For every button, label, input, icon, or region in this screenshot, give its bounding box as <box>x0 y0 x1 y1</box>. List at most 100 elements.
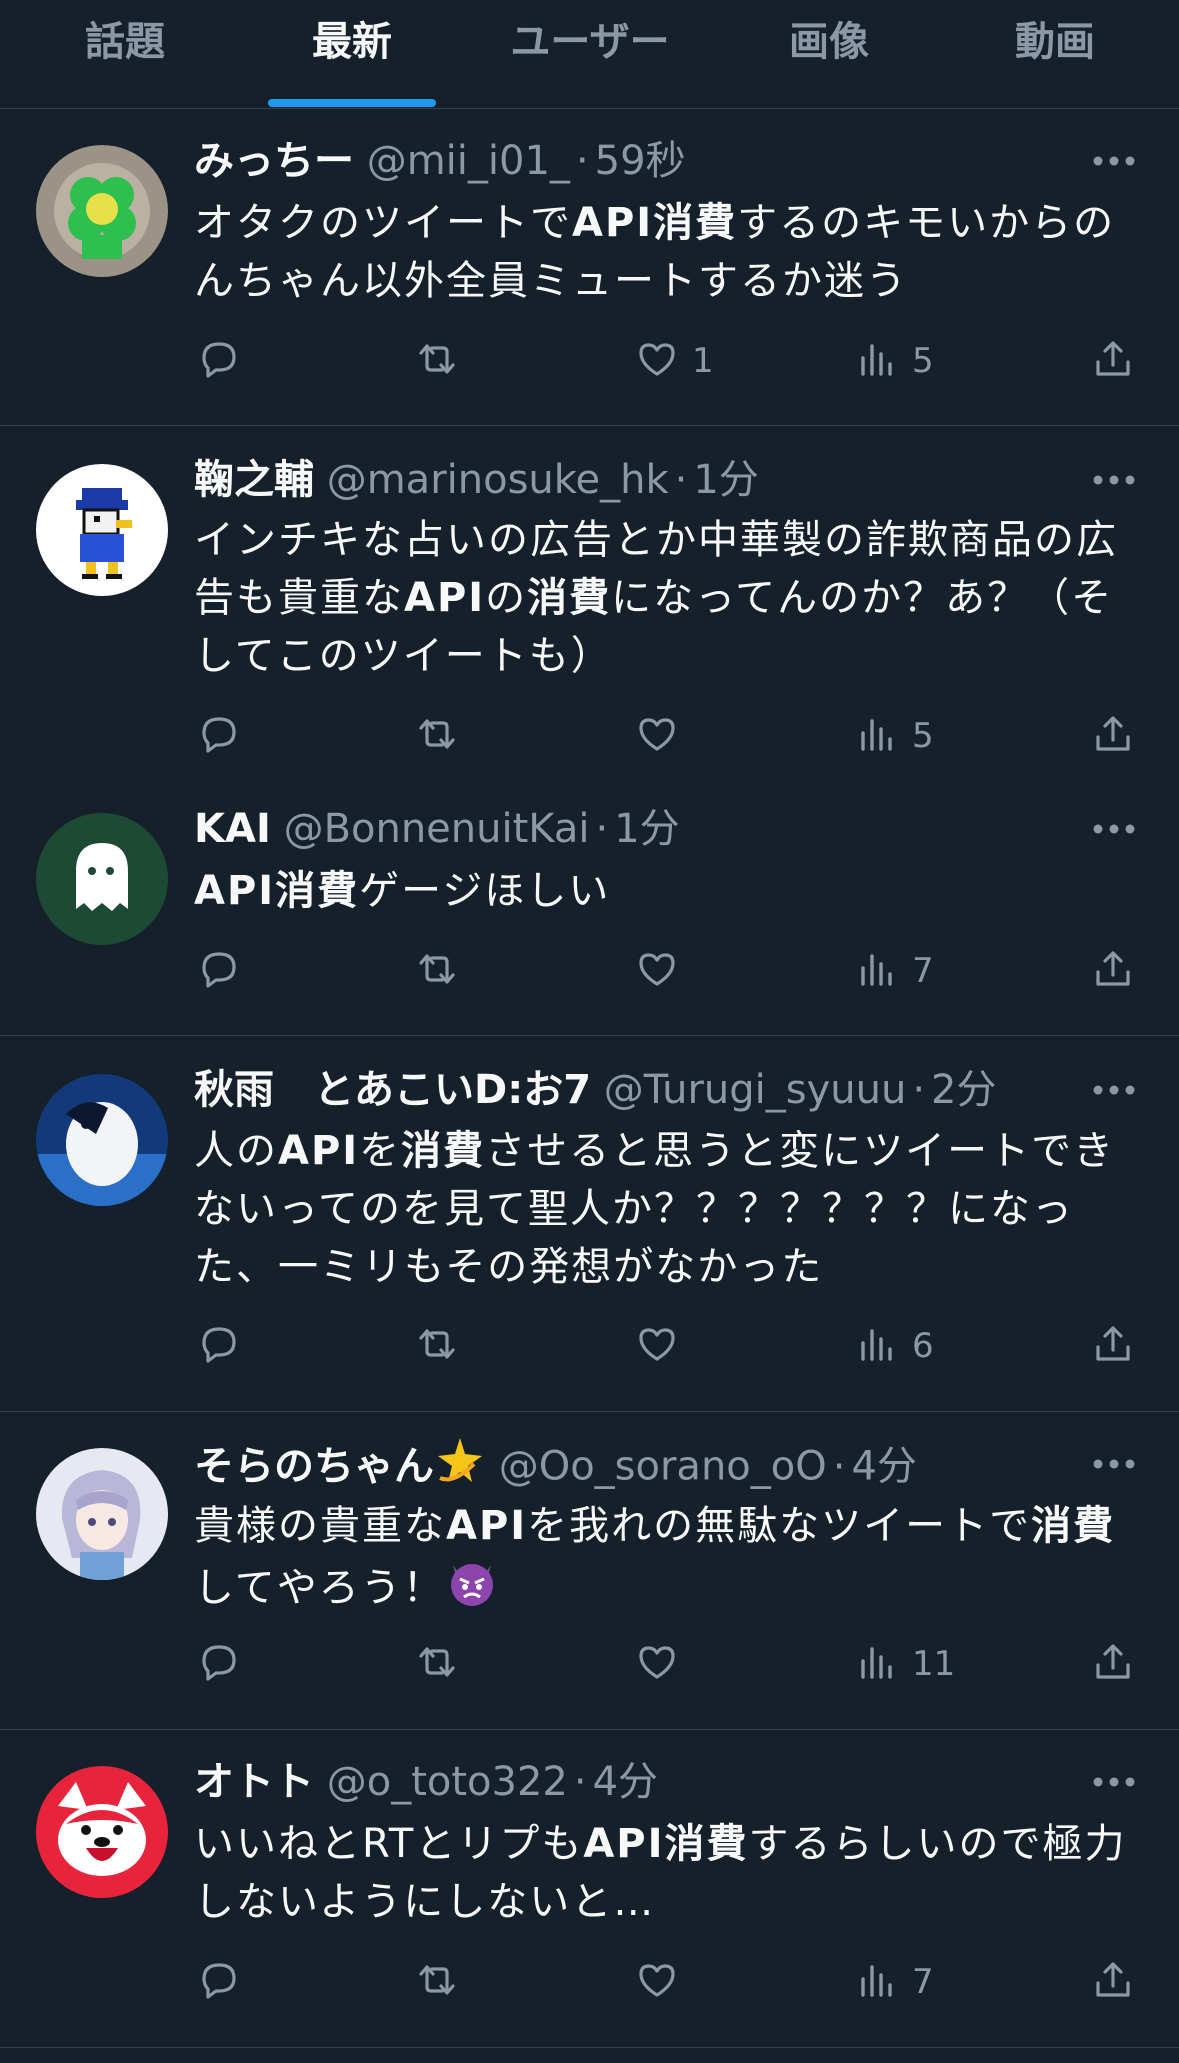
views-icon <box>852 944 902 998</box>
avatar[interactable] <box>36 1766 168 1898</box>
views-button[interactable]: 7 <box>852 943 934 999</box>
tweet[interactable]: KAI @BonnenuitKai · 1分 API消費ゲージほしい 7 <box>0 777 1179 1036</box>
like-icon <box>632 944 682 998</box>
handle[interactable]: @Turugi_syuuu <box>604 1067 907 1113</box>
share-icon <box>1088 1319 1138 1373</box>
share-button[interactable] <box>1088 1318 1138 1374</box>
tweet[interactable]: みっちー @mii_i01_ · 59秒 オタクのツイートでAPI消費するのキモいか… <box>0 109 1179 426</box>
avatar[interactable] <box>36 1074 168 1206</box>
views-button[interactable]: 11 <box>852 1636 955 1692</box>
reply-button[interactable] <box>194 333 244 389</box>
text-segment: 人の <box>194 1128 278 1174</box>
more-options-icon[interactable] <box>1092 1434 1136 1494</box>
timestamp[interactable]: 4分 <box>851 1444 916 1490</box>
like-button[interactable]: 1 <box>632 333 714 389</box>
reply-icon <box>194 1637 244 1691</box>
separator-dot: · <box>575 138 589 184</box>
tweet[interactable]: 鞠之輔 @marinosuke_hk · 1分 インチキな占いの広告とか中華製の詐欺… <box>0 426 1179 776</box>
tweet[interactable]: オトト @o_toto322 · 4分 いいねとRTとリプもAPI消費するらしいので… <box>0 1730 1179 2048</box>
share-button[interactable] <box>1088 708 1138 764</box>
share-button[interactable] <box>1088 943 1138 999</box>
avatar[interactable] <box>36 1448 168 1580</box>
handle[interactable]: @marinosuke_hk <box>327 457 669 503</box>
more-options-icon[interactable] <box>1092 799 1136 859</box>
timestamp[interactable]: 59秒 <box>595 138 686 184</box>
more-options-icon[interactable] <box>1092 131 1136 191</box>
more-options-icon[interactable] <box>1092 450 1136 510</box>
tweet-actions: 15 <box>0 333 1179 389</box>
tweet-actions: 7 <box>0 1954 1179 2010</box>
display-name[interactable]: KAI <box>194 806 271 852</box>
timestamp[interactable]: 1分 <box>614 806 679 852</box>
views-button[interactable]: 7 <box>852 1954 934 2010</box>
like-button[interactable] <box>632 1636 692 1692</box>
like-button[interactable] <box>632 1318 692 1374</box>
reply-button[interactable] <box>194 1318 244 1374</box>
like-button[interactable] <box>632 708 692 764</box>
tab-videos[interactable]: 動画 <box>1015 0 1095 108</box>
retweet-button[interactable] <box>412 1636 462 1692</box>
retweet-button[interactable] <box>412 333 462 389</box>
views-button[interactable]: 5 <box>852 333 934 389</box>
display-name[interactable]: みっちー <box>194 138 354 184</box>
tab-photos[interactable]: 画像 <box>789 0 869 108</box>
reply-button[interactable] <box>194 943 244 999</box>
reply-button[interactable] <box>194 708 244 764</box>
reply-icon <box>194 334 244 388</box>
like-button[interactable] <box>632 943 692 999</box>
share-button[interactable] <box>1088 333 1138 389</box>
display-name[interactable]: そらのちゃん <box>194 1444 434 1490</box>
tweet-header: みっちー @mii_i01_ · 59秒 <box>194 131 1084 191</box>
tweet-text: 貴様の貴重なAPIを我れの無駄なツイートで消費してやろう！ <box>194 1497 1134 1625</box>
separator-dot: · <box>912 1067 926 1113</box>
views-icon <box>852 1955 902 2009</box>
text-segment: を我れの無駄なツイートで <box>527 1503 1032 1549</box>
separator-dot: · <box>573 1759 587 1805</box>
like-button[interactable] <box>632 1954 692 2010</box>
tab-top[interactable]: 話題 <box>85 0 165 108</box>
handle[interactable]: @Oo_sorano_oO <box>499 1444 827 1490</box>
handle[interactable]: @o_toto322 <box>327 1759 568 1805</box>
share-button[interactable] <box>1088 1636 1138 1692</box>
retweet-button[interactable] <box>412 1318 462 1374</box>
retweet-button[interactable] <box>412 708 462 764</box>
timestamp[interactable]: 4分 <box>593 1759 658 1805</box>
display-name[interactable]: 鞠之輔 <box>194 457 314 503</box>
text-segment: 貴様の貴重な <box>194 1503 446 1549</box>
display-name[interactable]: 秋雨 とあこいD:お7 <box>194 1067 591 1113</box>
reply-button[interactable] <box>194 1954 244 2010</box>
keyword-highlight: 消費 <box>527 575 612 621</box>
retweet-icon <box>412 1637 462 1691</box>
tweet[interactable]: 秋雨 とあこいD:お7 @Turugi_syuuu · 2分 人のAPIを消費させる… <box>0 1036 1179 1412</box>
keyword-highlight: API <box>278 1128 360 1174</box>
handle[interactable]: @mii_i01_ <box>367 138 570 184</box>
tweet-header: そらのちゃん @Oo_sorano_oO · 4分 <box>194 1434 1084 1494</box>
handle[interactable]: @BonnenuitKai <box>284 806 590 852</box>
reply-icon <box>194 1319 244 1373</box>
more-options-icon[interactable] <box>1092 1752 1136 1812</box>
avatar[interactable] <box>36 464 168 596</box>
views-button[interactable]: 5 <box>852 708 934 764</box>
tweet[interactable]: そらのちゃん @Oo_sorano_oO · 4分 貴様の貴重なAPIを我れの無駄な… <box>0 1412 1179 1730</box>
tweet-actions: 11 <box>0 1636 1179 1692</box>
avatar[interactable] <box>36 813 168 945</box>
tab-people[interactable]: ユーザー <box>510 0 669 108</box>
retweet-button[interactable] <box>412 943 462 999</box>
text-segment: オタクのツイートで <box>194 200 572 246</box>
keyword-highlight: 消費 <box>401 1128 486 1174</box>
retweet-icon <box>412 944 462 998</box>
tweet-actions: 6 <box>0 1318 1179 1374</box>
separator-dot: · <box>832 1443 846 1490</box>
avatar[interactable] <box>36 145 168 277</box>
display-name[interactable]: オトト <box>194 1759 314 1805</box>
tab-latest[interactable]: 最新 <box>312 0 392 108</box>
reply-icon <box>194 944 244 998</box>
views-count: 11 <box>912 1644 956 1684</box>
more-options-icon[interactable] <box>1092 1060 1136 1120</box>
timestamp[interactable]: 2分 <box>931 1067 996 1113</box>
timestamp[interactable]: 1分 <box>693 457 758 503</box>
retweet-button[interactable] <box>412 1954 462 2010</box>
reply-button[interactable] <box>194 1636 244 1692</box>
share-button[interactable] <box>1088 1954 1138 2010</box>
views-button[interactable]: 6 <box>852 1318 934 1374</box>
